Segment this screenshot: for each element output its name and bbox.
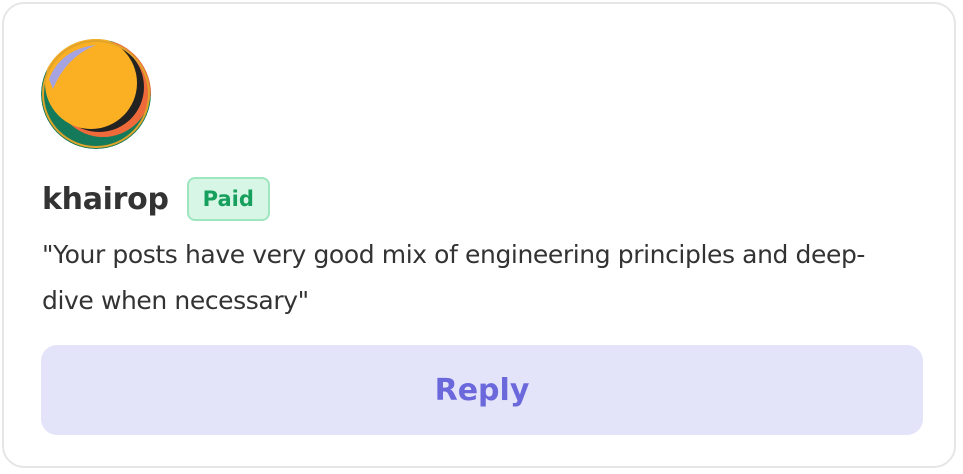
username: khairop (42, 181, 169, 217)
user-row: khairop Paid (42, 176, 270, 222)
reply-button[interactable]: Reply (41, 345, 923, 435)
avatar-image-icon (41, 39, 151, 149)
avatar (41, 39, 151, 149)
testimonial-quote: "Your posts have very good mix of engine… (42, 240, 866, 315)
testimonial-card: khairop Paid "Your posts have very good … (2, 2, 956, 468)
paid-badge: Paid (186, 177, 270, 221)
